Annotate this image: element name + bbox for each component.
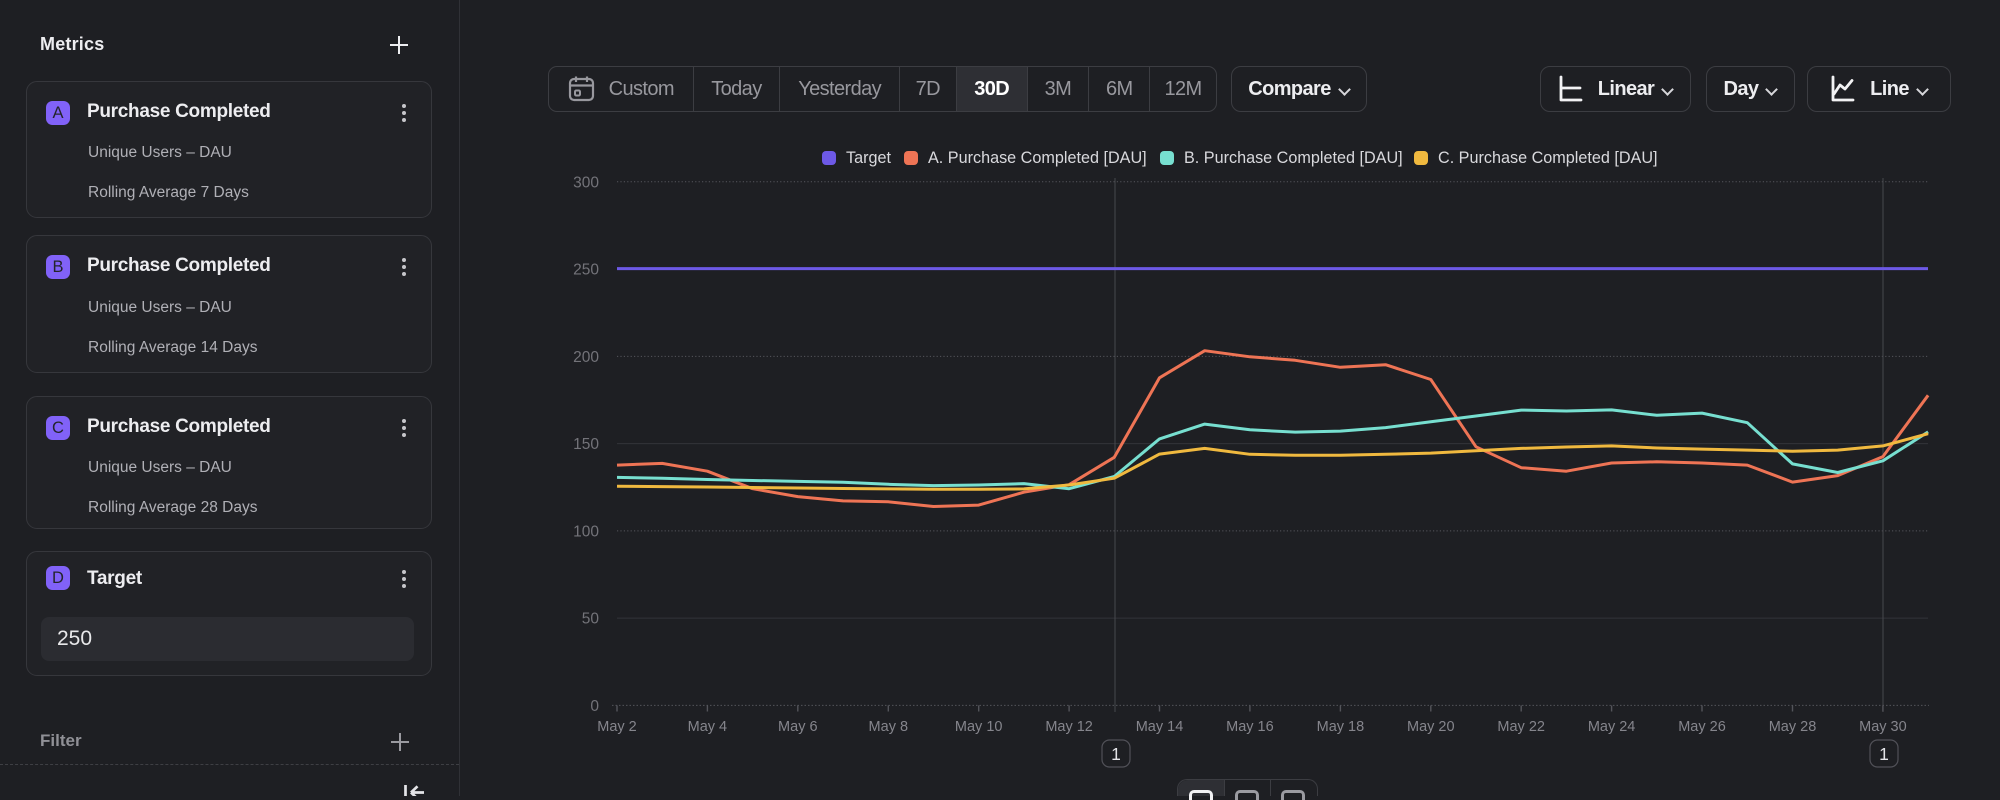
svg-text:300: 300 (573, 174, 599, 191)
svg-text:May 4: May 4 (688, 719, 728, 735)
svg-text:May 12: May 12 (1045, 719, 1093, 735)
svg-text:May 2: May 2 (597, 719, 637, 735)
svg-text:May 26: May 26 (1678, 719, 1726, 735)
svg-text:May 24: May 24 (1588, 719, 1636, 735)
svg-text:May 8: May 8 (869, 719, 909, 735)
svg-text:0: 0 (590, 698, 599, 715)
svg-text:May 22: May 22 (1497, 719, 1545, 735)
svg-text:May 16: May 16 (1226, 719, 1274, 735)
svg-text:May 20: May 20 (1407, 719, 1455, 735)
svg-text:May 14: May 14 (1136, 719, 1184, 735)
svg-text:100: 100 (573, 523, 599, 540)
svg-text:May 28: May 28 (1769, 719, 1817, 735)
svg-text:1: 1 (1879, 744, 1889, 764)
svg-text:May 6: May 6 (778, 719, 818, 735)
svg-text:250: 250 (573, 262, 599, 279)
svg-text:May 10: May 10 (955, 719, 1003, 735)
svg-text:150: 150 (573, 436, 599, 453)
svg-text:200: 200 (573, 349, 599, 366)
svg-text:May 18: May 18 (1317, 719, 1365, 735)
svg-text:1: 1 (1111, 744, 1121, 764)
svg-text:May 30: May 30 (1859, 719, 1907, 735)
svg-text:50: 50 (582, 611, 600, 628)
